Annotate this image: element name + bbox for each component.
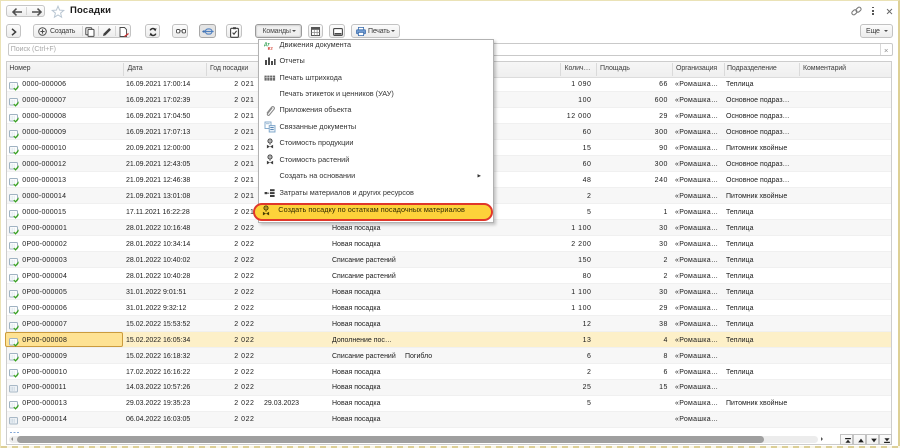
svg-text:Кт: Кт	[268, 46, 274, 51]
